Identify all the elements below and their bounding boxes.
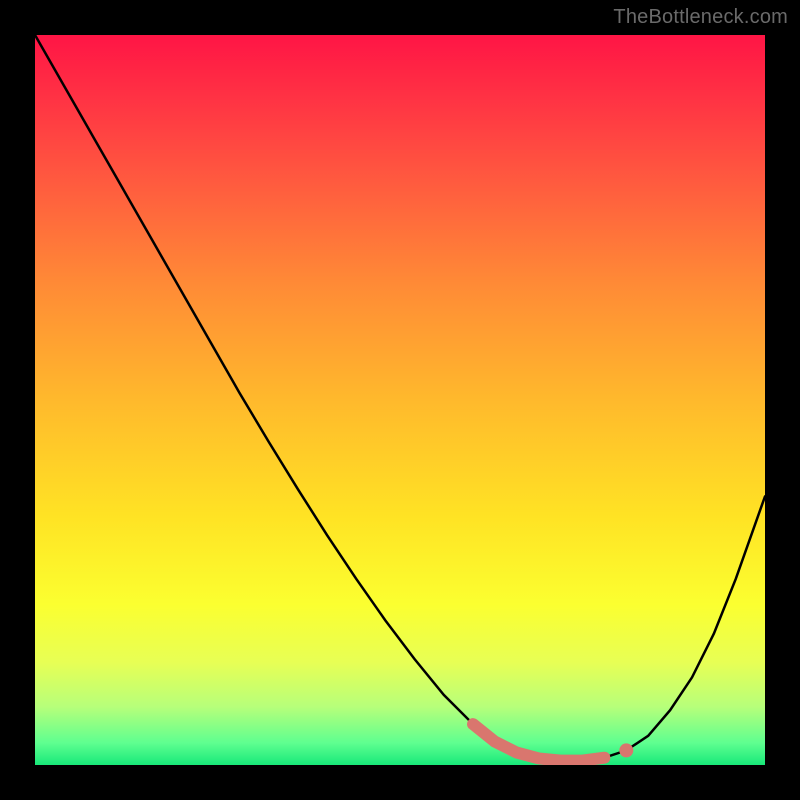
bottleneck-curve <box>35 35 765 761</box>
highlight-segment <box>473 724 604 761</box>
watermark-text: TheBottleneck.com <box>613 6 788 29</box>
curve-layer <box>35 35 765 765</box>
chart-frame: TheBottleneck.com <box>0 0 800 800</box>
highlight-dot <box>619 743 633 757</box>
plot-area <box>35 35 765 765</box>
